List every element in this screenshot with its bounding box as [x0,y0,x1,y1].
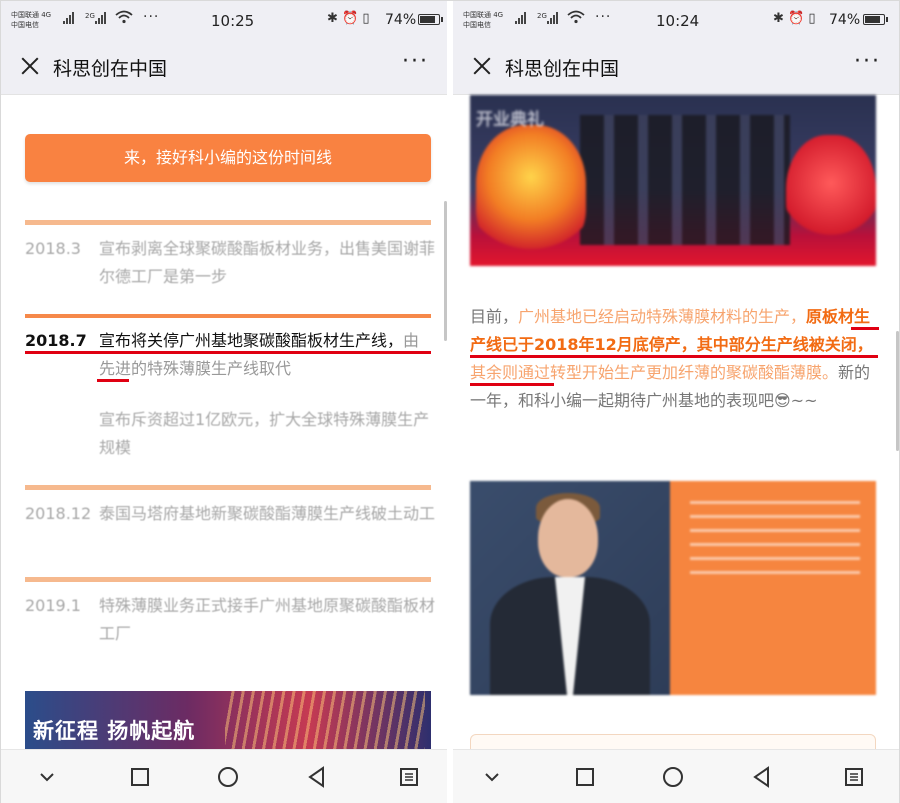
carrier-line-2: 中国电信 [463,21,491,29]
page-title: 科思创在中国 [53,58,168,80]
paragraph-lead: 目前， [470,307,519,326]
battery-icon [418,14,443,25]
network-type: 2G [85,12,95,20]
bluetooth-alarm-vibrate-icons: ✱ ⏰ ▯ [773,11,816,26]
red-underline [470,383,554,386]
banner-image: 新征程 扬帆起航 [25,691,431,751]
right-phone-screen: 中国联通 4G 中国电信 2G ··· 10:24 ✱ ⏰ ▯ 74% 科思创在… [453,1,899,803]
home-icon[interactable] [216,765,240,789]
timeline-text: 泰国马塔府基地新聚碳酸酯薄膜生产线破土动工 [99,504,436,523]
carrier-info: 中国联通 4G 中国电信 [463,10,503,30]
left-phone-screen: 中国联通 4G 中国电信 2G ··· 10:25 ✱ ⏰ ▯ 74% 科思创在… [1,1,447,803]
back-icon[interactable] [305,765,329,789]
recent-apps-icon[interactable] [573,765,597,789]
more-notifications-icon: ··· [143,9,160,25]
status-time: 10:25 [211,12,255,30]
timeline-cta-button[interactable]: 来，接好科小编的这份时间线 [25,134,431,182]
menu-icon[interactable] [397,765,421,789]
wifi-icon [115,10,133,24]
paragraph-faded-orange: 广州基地已经启动特殊薄膜材料的生产， [518,307,807,326]
status-bar: 中国联通 4G 中国电信 2G ··· 10:24 ✱ ⏰ ▯ 74% [453,1,899,41]
home-icon[interactable] [661,765,685,789]
more-options-icon[interactable]: ··· [402,49,429,74]
carrier-line-2: 中国电信 [11,21,39,29]
signal-icon [63,12,74,24]
red-underline [25,351,431,354]
system-nav-bar [1,749,447,803]
screenshot-pair: 中国联通 4G 中国电信 2G ··· 10:25 ✱ ⏰ ▯ 74% 科思创在… [0,0,900,803]
scrollbar[interactable] [896,331,899,451]
bluetooth-alarm-vibrate-icons: ✱ ⏰ ▯ [327,11,370,26]
wifi-icon [567,10,585,24]
ceremony-photo: 开业典礼 [470,95,876,266]
timeline-divider [25,314,431,318]
battery-percent: 74% [829,12,861,28]
menu-icon[interactable] [842,765,866,789]
timeline-text: 宣布斥资超过1亿欧元，扩大全球特殊薄膜生产规模 [99,410,430,457]
chevron-down-icon[interactable] [480,765,504,789]
article-paragraph: 目前，广州基地已经启动特殊薄膜材料的生产，原板材生产线已于2018年12月底停产… [470,303,878,415]
red-underline [851,327,879,330]
battery-icon [863,14,888,25]
more-options-icon[interactable]: ··· [854,49,881,74]
back-icon[interactable] [750,765,774,789]
status-time: 10:24 [656,12,700,30]
timeline-year: 2019.1 [25,596,81,615]
timeline-year: 2018.3 [25,239,81,258]
recent-apps-icon[interactable] [128,765,152,789]
close-icon[interactable] [471,55,493,77]
timeline-text-main: 宣布将关停广州基地聚碳酸酯板材生产线， [99,331,404,350]
chevron-down-icon[interactable] [35,765,59,789]
signal-icon-2 [95,12,106,24]
battery-percent: 74% [385,12,417,28]
paragraph-faded-orange-2: 其余则通过转型开始生产更加纤薄的聚碳酸酯薄膜。 [470,363,839,382]
timeline-text: 特殊薄膜业务正式接手广州基地原聚碳酸酯板材工厂 [99,596,436,643]
carrier-info: 中国联通 4G 中国电信 [11,10,51,30]
timeline-divider [25,220,431,225]
carrier-line-1: 中国联通 4G [11,11,52,19]
timeline-text: 宣布剥离全球聚碳酸酯板材业务，出售美国谢菲尔德工厂是第一步 [99,239,436,286]
red-underline [97,379,129,382]
banner-title: 新征程 扬帆起航 [33,719,196,743]
title-bar: 科思创在中国 ··· [1,41,447,95]
carrier-line-1: 中国联通 4G [463,11,504,19]
portrait-photo [470,481,876,695]
photo-caption: 开业典礼 [476,110,544,130]
page-title: 科思创在中国 [505,58,620,80]
timeline-year: 2018.12 [25,504,92,523]
close-icon[interactable] [19,55,41,77]
red-underline [470,355,878,358]
timeline-text: 宣布将关停广州基地聚碳酸酯板材生产线，由先进的特殊薄膜生产线取代 [99,327,435,383]
signal-icon [515,12,526,24]
timeline-divider [25,485,431,490]
signal-icon-2 [547,12,558,24]
status-bar: 中国联通 4G 中国电信 2G ··· 10:25 ✱ ⏰ ▯ 74% [1,1,447,41]
network-type: 2G [537,12,547,20]
title-bar: 科思创在中国 ··· [453,41,899,95]
timeline-divider [25,577,431,582]
more-notifications-icon: ··· [595,9,612,25]
system-nav-bar [453,749,899,803]
